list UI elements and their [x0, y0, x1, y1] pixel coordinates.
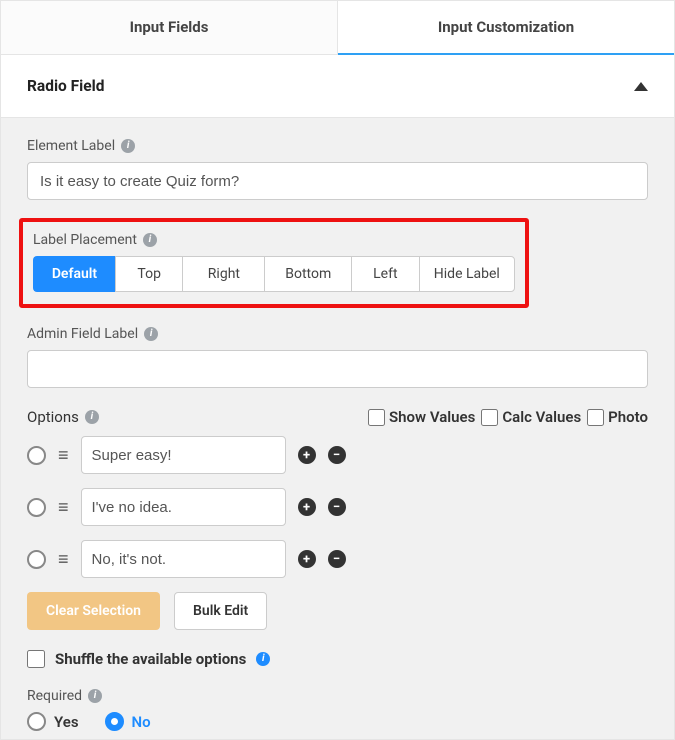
options-label: Options — [27, 408, 79, 426]
chevron-up-icon — [634, 82, 648, 91]
show-values-checkbox[interactable]: Show Values — [368, 408, 475, 426]
calc-values-checkbox[interactable]: Calc Values — [481, 408, 581, 426]
placement-left[interactable]: Left — [351, 256, 418, 292]
shuffle-checkbox[interactable] — [27, 650, 45, 668]
required-text: Required — [27, 688, 82, 704]
info-icon[interactable]: i — [121, 139, 135, 153]
panel-title: Radio Field — [27, 77, 104, 95]
add-option-button[interactable]: + — [298, 446, 316, 464]
admin-field-label-label: Admin Field Label i — [27, 326, 648, 342]
option-input[interactable] — [81, 488, 286, 526]
placement-default[interactable]: Default — [33, 256, 115, 292]
label-placement-label: Label Placement i — [33, 232, 515, 248]
tabs: Input Fields Input Customization — [1, 1, 674, 55]
required-label: Required i — [27, 688, 648, 704]
element-label-text: Element Label — [27, 138, 115, 154]
option-input[interactable] — [81, 436, 286, 474]
element-label-label: Element Label i — [27, 138, 648, 154]
add-option-button[interactable]: + — [298, 498, 316, 516]
info-icon[interactable]: i — [143, 233, 157, 247]
info-icon[interactable]: i — [144, 327, 158, 341]
required-no[interactable]: No — [105, 712, 151, 731]
option-radio[interactable] — [27, 498, 46, 517]
element-label-input[interactable] — [27, 162, 648, 200]
label-placement-highlight: Label Placement i Default Top Right Bott… — [19, 218, 529, 308]
placement-top[interactable]: Top — [115, 256, 182, 292]
info-icon[interactable]: i — [256, 652, 270, 666]
required-yes[interactable]: Yes — [27, 712, 79, 731]
add-option-button[interactable]: + — [298, 550, 316, 568]
drag-handle-icon[interactable]: ≡ — [58, 453, 69, 458]
drag-handle-icon[interactable]: ≡ — [58, 557, 69, 562]
label-placement-group: Default Top Right Bottom Left Hide Label — [33, 256, 515, 292]
placement-bottom[interactable]: Bottom — [264, 256, 351, 292]
remove-option-button[interactable]: − — [328, 498, 346, 516]
remove-option-button[interactable]: − — [328, 550, 346, 568]
admin-field-label-text: Admin Field Label — [27, 326, 138, 342]
drag-handle-icon[interactable]: ≡ — [58, 505, 69, 510]
bulk-edit-button[interactable]: Bulk Edit — [174, 592, 267, 630]
remove-option-button[interactable]: − — [328, 446, 346, 464]
clear-selection-button[interactable]: Clear Selection — [27, 592, 160, 630]
radio-icon — [105, 712, 124, 731]
option-row: ≡ + − — [27, 540, 648, 578]
shuffle-label: Shuffle the available options — [55, 650, 246, 668]
photo-checkbox[interactable]: Photo — [587, 408, 648, 426]
option-row: ≡ + − — [27, 436, 648, 474]
info-icon[interactable]: i — [85, 410, 99, 424]
option-radio[interactable] — [27, 446, 46, 465]
option-radio[interactable] — [27, 550, 46, 569]
radio-icon — [27, 712, 46, 731]
accordion-header[interactable]: Radio Field — [1, 55, 674, 118]
label-placement-text: Label Placement — [33, 232, 137, 248]
option-input[interactable] — [81, 540, 286, 578]
tab-input-customization[interactable]: Input Customization — [338, 1, 674, 55]
admin-field-label-input[interactable] — [27, 350, 648, 388]
placement-right[interactable]: Right — [182, 256, 264, 292]
placement-hide[interactable]: Hide Label — [419, 256, 515, 292]
option-row: ≡ + − — [27, 488, 648, 526]
tab-input-fields[interactable]: Input Fields — [1, 1, 338, 55]
info-icon[interactable]: i — [88, 689, 102, 703]
